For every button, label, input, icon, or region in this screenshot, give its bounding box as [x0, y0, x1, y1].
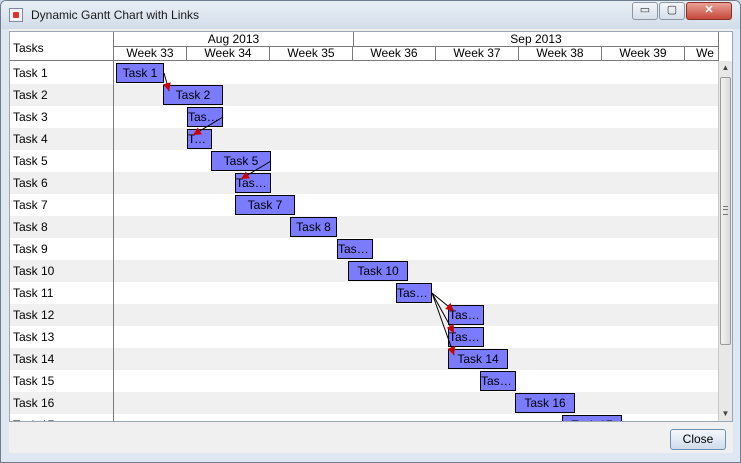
week-header: Week 34: [187, 47, 270, 60]
task-bar[interactable]: Task 7: [235, 195, 295, 215]
task-bar[interactable]: Task 2: [163, 85, 223, 105]
task-row-label[interactable]: Task 2: [13, 84, 48, 106]
task-row-label[interactable]: Task 12: [13, 304, 54, 326]
task-bar[interactable]: Task 15: [480, 371, 516, 391]
task-bar[interactable]: Ta…: [187, 129, 212, 149]
client-area: Tasks Aug 2013 Sep 2013 Week 33 Week 34 We…: [9, 29, 733, 453]
task-row-label[interactable]: Task 8: [13, 216, 48, 238]
task-row-label[interactable]: Task 16: [13, 392, 54, 414]
gantt-chart: Tasks Aug 2013 Sep 2013 Week 33 Week 34 We…: [9, 31, 733, 422]
scrollbar-thumb[interactable]: [720, 77, 731, 345]
app-window: Dynamic Gantt Chart with Links ▭ ▢ ✕ Tas…: [0, 0, 741, 463]
maximize-button[interactable]: ▢: [659, 2, 685, 20]
task-bar[interactable]: Task 8: [290, 217, 337, 237]
close-button[interactable]: Close: [670, 429, 726, 450]
task-bar[interactable]: Task 11: [396, 283, 432, 303]
task-row-label[interactable]: Task 4: [13, 128, 48, 150]
week-header-row: Week 33 Week 34 Week 35 Week 36 Week 37 Week …: [114, 47, 718, 61]
month-header: Aug 2013: [114, 32, 354, 47]
row-stripe: [114, 348, 718, 370]
task-bar[interactable]: Task…: [448, 327, 484, 347]
task-row-label[interactable]: Task 3: [13, 106, 48, 128]
row-stripe: [114, 172, 718, 194]
scroll-grip-icon: [723, 206, 728, 215]
minimize-button[interactable]: ▭: [632, 2, 658, 20]
vertical-scrollbar[interactable]: ▲ ▼: [718, 61, 732, 421]
java-app-icon: [9, 8, 23, 22]
week-header: Week 37: [436, 47, 519, 60]
task-row-label[interactable]: Task 15: [13, 370, 54, 392]
task-row-label[interactable]: Task 6: [13, 172, 48, 194]
window-title: Dynamic Gantt Chart with Links: [31, 8, 200, 22]
month-header-row: Aug 2013 Sep 2013: [114, 32, 718, 47]
column-divider: [113, 61, 114, 421]
row-stripe: [114, 216, 718, 238]
task-bar[interactable]: Task 1: [116, 63, 164, 83]
task-bar[interactable]: Task 16: [515, 393, 575, 413]
task-row-label[interactable]: Task 7: [13, 194, 48, 216]
week-header: Week 35: [270, 47, 353, 60]
week-header: Week 38: [519, 47, 602, 60]
month-header: Sep 2013: [510, 32, 562, 46]
task-bar[interactable]: Task 5: [211, 151, 271, 171]
close-window-button[interactable]: ✕: [686, 2, 732, 20]
week-header: Week 39: [602, 47, 685, 60]
task-row-label[interactable]: Task 5: [13, 150, 48, 172]
task-bar[interactable]: Task 9: [337, 239, 373, 259]
task-bar[interactable]: Task…: [448, 305, 484, 325]
task-row-label[interactable]: Task 17: [13, 414, 54, 421]
scroll-up-arrow-icon[interactable]: ▲: [719, 61, 732, 75]
row-stripe: [114, 304, 718, 326]
task-bar[interactable]: Task 6: [235, 173, 271, 193]
tasks-column-header: Tasks: [10, 32, 114, 61]
task-bar[interactable]: Task 3: [187, 107, 223, 127]
task-row-label[interactable]: Task 9: [13, 238, 48, 260]
title-bar[interactable]: Dynamic Gantt Chart with Links ▭ ▢ ✕: [1, 1, 740, 29]
row-stripe: [114, 392, 718, 414]
scroll-down-arrow-icon[interactable]: ▼: [719, 407, 732, 421]
row-stripe: [114, 260, 718, 282]
week-header: Week 36: [353, 47, 436, 60]
header-corner: [718, 32, 732, 61]
task-row-label[interactable]: Task 14: [13, 348, 54, 370]
week-header: Week 33: [114, 47, 187, 60]
task-row-label[interactable]: Task 10: [13, 260, 54, 282]
task-bar[interactable]: Task 17: [562, 415, 622, 421]
task-row-label[interactable]: Task 13: [13, 326, 54, 348]
task-row-label[interactable]: Task 11: [13, 282, 53, 304]
task-bar[interactable]: Task 14: [448, 349, 508, 369]
task-row-label[interactable]: Task 1: [13, 62, 48, 84]
task-bar[interactable]: Task 10: [348, 261, 408, 281]
